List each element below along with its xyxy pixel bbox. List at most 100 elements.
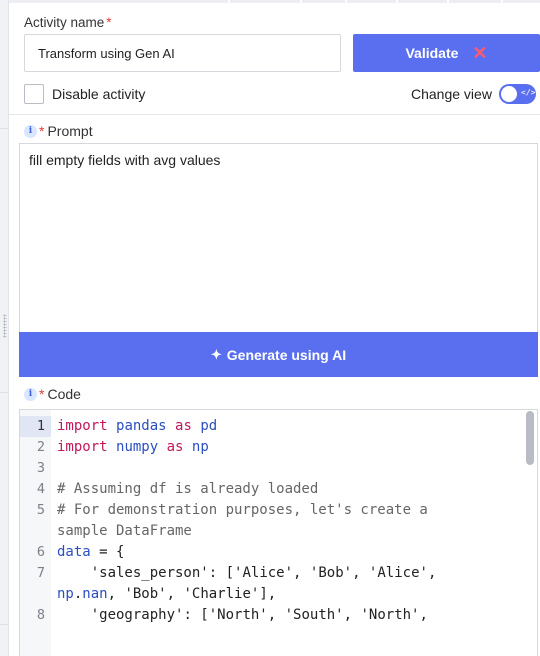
required-asterisk: * (39, 123, 45, 139)
code-token: pd (200, 418, 218, 434)
disable-activity-label: Disable activity (52, 86, 146, 102)
code-line[interactable]: 5 # For demonstration purposes, let's cre… (20, 500, 537, 521)
code-token: , (267, 607, 285, 623)
code-token: sample DataFrame (57, 523, 192, 539)
change-view-toggle[interactable]: </> (499, 84, 536, 104)
line-number: 3 (36, 460, 45, 476)
code-token: import (57, 439, 108, 455)
code-token: pandas (116, 418, 167, 434)
left-panel-rail (0, 0, 9, 656)
activity-name-label: Activity name * (24, 15, 112, 30)
code-token: np (191, 439, 209, 455)
code-token: 'Charlie' (183, 586, 260, 602)
line-number: 4 (36, 481, 45, 497)
code-token: , (343, 607, 361, 623)
code-lines: 1 import pandas as pd 2 import numpy as np 3… (20, 416, 537, 626)
code-label: Code (47, 386, 81, 402)
code-line[interactable]: 3 (20, 458, 537, 479)
line-number (20, 521, 51, 542)
section-divider (9, 114, 540, 115)
code-line[interactable]: 4 # Assuming df is already loaded (20, 479, 537, 500)
code-text: # Assuming df is already loaded (51, 479, 318, 500)
code-token: # Assuming df is already loaded (57, 481, 319, 497)
code-token: data (57, 544, 91, 560)
line-number (20, 584, 51, 605)
line-number: 2 (36, 439, 45, 455)
code-token: np (57, 586, 74, 602)
generate-button-label: Generate using AI (226, 346, 347, 363)
validate-button-label: Validate (405, 45, 459, 61)
code-token: , (293, 565, 310, 581)
code-section-label: i * Code (24, 386, 81, 402)
code-token: 'Bob' (124, 586, 167, 602)
code-line[interactable]: 1 import pandas as pd (20, 416, 537, 437)
code-line[interactable]: 6 data = { (20, 542, 537, 563)
line-number: 6 (36, 544, 45, 560)
code-token: 'Alice' (234, 565, 294, 581)
code-text: sample DataFrame (51, 521, 192, 542)
code-line[interactable]: np.nan, 'Bob', 'Charlie'], (20, 584, 537, 605)
info-icon[interactable]: i (24, 387, 37, 401)
code-text: import numpy as np (51, 437, 209, 458)
code-token: 'geography' (90, 607, 184, 623)
toggle-knob (501, 86, 517, 102)
info-icon[interactable]: i (24, 124, 37, 138)
code-token: 'sales_person' (90, 565, 209, 581)
code-token: 'North' (208, 607, 268, 623)
activity-name-input[interactable] (24, 34, 341, 72)
line-number: 7 (36, 565, 45, 581)
code-token: : [ (183, 607, 209, 623)
code-line[interactable]: 2 import numpy as np (20, 437, 537, 458)
prompt-label: Prompt (47, 123, 93, 139)
code-line[interactable]: sample DataFrame (20, 521, 537, 542)
code-token: , (107, 586, 125, 602)
top-tab-strip (0, 0, 540, 3)
generate-using-ai-button[interactable]: ✦ Generate using AI (19, 332, 538, 377)
code-text: 'sales_person': ['Alice', 'Bob', 'Alice'… (51, 563, 437, 584)
code-token: as (175, 418, 192, 434)
line-number: 1 (20, 416, 51, 437)
code-token: , (427, 565, 437, 581)
code-token: as (166, 439, 184, 455)
validate-button[interactable]: Validate ✕ (353, 34, 540, 72)
code-token: ], (259, 586, 277, 602)
editor-scrollbar-thumb[interactable] (526, 411, 534, 465)
code-line[interactable]: 7 'sales_person': ['Alice', 'Bob', 'Alic… (20, 563, 537, 584)
code-token: # For demonstration purposes, let's crea… (57, 502, 428, 518)
disable-activity-checkbox[interactable] (24, 84, 44, 104)
code-token: numpy (116, 439, 159, 455)
code-text: np.nan, 'Bob', 'Charlie'], (51, 584, 276, 605)
code-line[interactable]: 8 'geography': ['North', 'South', 'North… (20, 605, 537, 626)
line-number: 8 (36, 607, 45, 623)
code-editor[interactable]: 1 import pandas as pd 2 import numpy as np 3… (19, 409, 538, 656)
code-token: nan (82, 586, 108, 602)
code-text: # For demonstration purposes, let's crea… (51, 500, 428, 521)
code-token: 'South' (284, 607, 344, 623)
resize-grip-handle[interactable] (3, 314, 7, 338)
sparkle-icon: ✦ (210, 347, 222, 362)
line-number: 5 (36, 502, 45, 518)
code-token: 'North' (360, 607, 420, 623)
prompt-textarea[interactable]: fill empty fields with avg values (19, 143, 538, 332)
code-token: 'Bob' (309, 565, 353, 581)
code-token: , (419, 607, 428, 623)
code-text: 'geography': ['North', 'South', 'North', (51, 605, 428, 626)
change-view-label: Change view (411, 86, 492, 102)
error-x-icon: ✕ (472, 43, 488, 63)
prompt-section-label: i * Prompt (24, 123, 93, 139)
code-text: import pandas as pd (51, 416, 217, 437)
code-view-icon: </> (521, 88, 536, 97)
code-token: import (57, 418, 108, 434)
code-token: = { (90, 544, 125, 560)
code-token: : [ (208, 565, 235, 581)
code-token: , (166, 586, 184, 602)
required-asterisk: * (39, 386, 45, 402)
